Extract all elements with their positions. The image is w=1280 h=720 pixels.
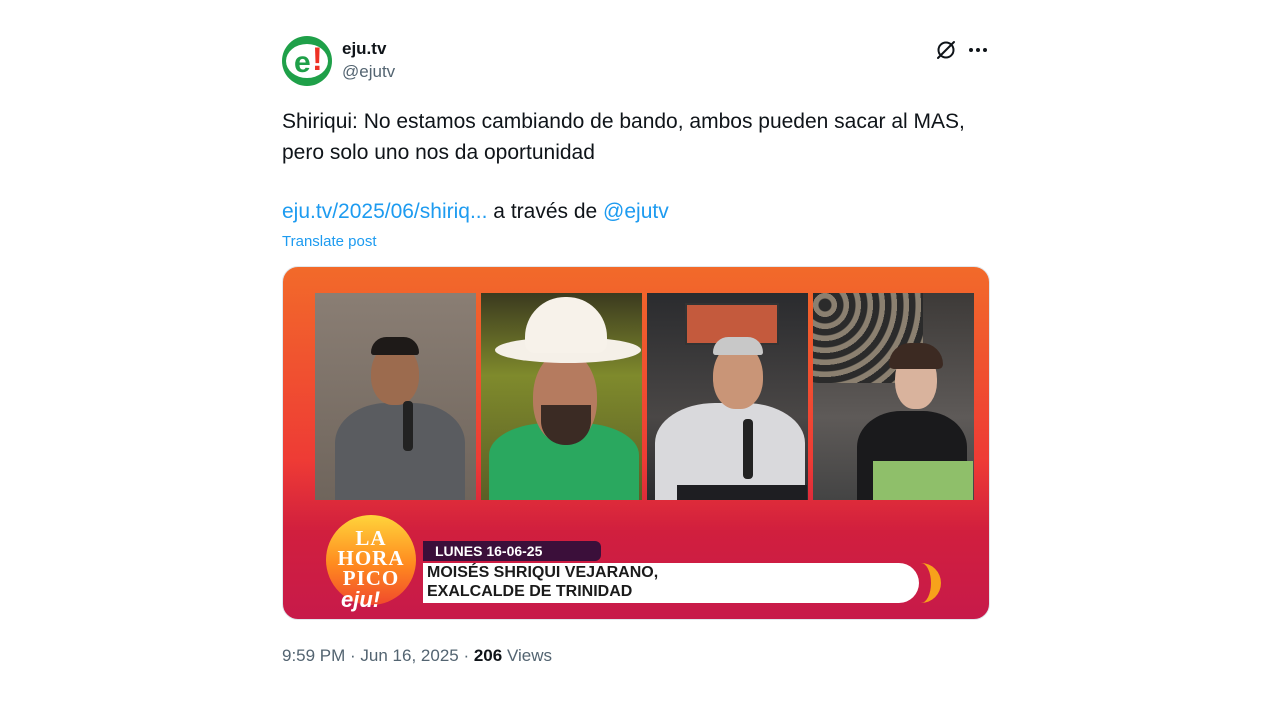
name-banner: MOISÉS SHRIQUI VEJARANO, EXALCALDE DE TR…: [423, 563, 919, 603]
handle[interactable]: @ejutv: [342, 60, 395, 84]
tweet: e ! eju.tv @ejutv Shiriqui: No estamos c…: [282, 36, 990, 665]
video-panel-4: [813, 293, 974, 500]
article-link[interactable]: eju.tv/2025/06/shiriq...: [282, 200, 487, 223]
banner-swoosh: [863, 563, 941, 603]
post-meta: 9:59 PM · Jun 16, 2025 · 206 Views: [282, 646, 552, 665]
post-line-1: Shiriqui: No estamos cambiando de bando,…: [282, 110, 965, 133]
post-date[interactable]: Jun 16, 2025: [360, 646, 458, 665]
name-line-1: MOISÉS SHRIQUI VEJARANO,: [427, 564, 659, 581]
avatar-letter: e: [294, 46, 311, 79]
display-name[interactable]: eju.tv: [342, 38, 395, 60]
author-names: eju.tv @ejutv: [342, 38, 395, 84]
more-icon-svg: [969, 48, 987, 52]
name-line-2: EXALCALDE DE TRINIDAD: [427, 583, 633, 600]
views-count: 206: [473, 646, 503, 665]
views-label: Views: [502, 646, 552, 665]
grok-icon-svg: [937, 41, 955, 59]
video-panel-3: [647, 293, 808, 500]
avatar-mark: !: [312, 41, 323, 77]
logo-line-3: PICO: [342, 566, 400, 590]
tweet-header: e ! eju.tv @ejutv: [282, 36, 990, 90]
via-text: a través de: [487, 200, 604, 223]
post-time[interactable]: 9:59 PM: [282, 646, 345, 665]
post-media-image[interactable]: LA HORA PICO eju! LUNES 16-06-25 MOISÉS …: [282, 266, 990, 620]
post-line-2: pero solo uno nos da oportunidad: [282, 141, 595, 164]
post-link-line: eju.tv/2025/06/shiriq... a través de @ej…: [282, 196, 990, 227]
more-icon[interactable]: [966, 38, 990, 62]
video-panel-2: [481, 293, 642, 500]
via-handle-link[interactable]: @ejutv: [603, 200, 669, 223]
translate-post-link[interactable]: Translate post: [282, 233, 990, 250]
logo-brand: eju!: [341, 587, 381, 612]
date-banner: LUNES 16-06-25: [423, 541, 601, 561]
post-text: Shiriqui: No estamos cambiando de bando,…: [282, 106, 990, 227]
grok-icon[interactable]: [934, 38, 958, 62]
video-panel-1: [315, 293, 476, 500]
avatar[interactable]: e !: [282, 36, 332, 86]
